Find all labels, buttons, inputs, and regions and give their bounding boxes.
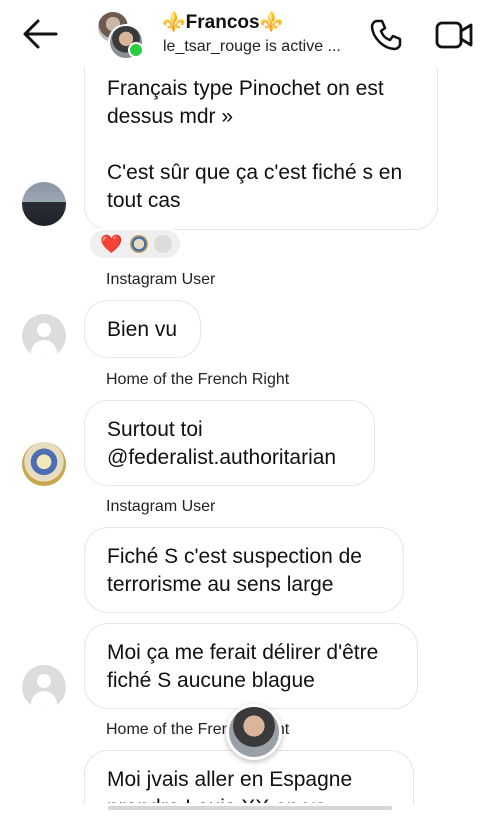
home-indicator (108, 806, 392, 810)
message-text: Français type Pinochet on est dessus mdr… (107, 77, 403, 212)
message-reactions[interactable]: ❤️ (88, 228, 182, 260)
message-thread[interactable]: Français type Pinochet on est dessus mdr… (0, 68, 500, 803)
message-text: Bien vu (107, 318, 178, 341)
message-text: Moi jvais aller en Espagne prendre Louis… (107, 768, 353, 803)
chat-title-text: Francos (185, 12, 260, 33)
message-bubble[interactable]: Bien vu (84, 300, 201, 358)
fleur-de-lis-icon: ⚜️ (259, 12, 284, 33)
fleur-de-lis-icon: ⚜️ (162, 12, 186, 33)
heart-icon: ❤️ (100, 234, 123, 254)
chat-title[interactable]: ⚜️Francos⚜️ (162, 10, 283, 34)
message-text: Fiché S c'est suspection de terrorisme a… (107, 545, 362, 596)
sender-name: Instagram User (106, 498, 216, 515)
online-indicator (128, 42, 144, 58)
message-bubble[interactable]: Moi ça me ferait délirer d'être fiché S … (84, 623, 418, 709)
message-bubble[interactable]: Fiché S c'est suspection de terrorisme a… (84, 527, 404, 613)
reactor-avatar (154, 235, 172, 253)
arrow-left-icon[interactable] (20, 16, 60, 52)
message-bubble[interactable]: Surtout toi @federalist.authoritarian (84, 400, 375, 486)
sender-name: Instagram User (106, 271, 216, 288)
message-text: Surtout toi @federalist.authoritarian (107, 418, 337, 469)
phone-icon[interactable] (368, 17, 404, 53)
sender-avatar[interactable] (22, 442, 66, 486)
sender-avatar[interactable] (22, 665, 66, 709)
sender-avatar[interactable] (22, 182, 66, 226)
active-status: le_tsar_rouge is active ... (163, 38, 341, 55)
video-camera-icon[interactable] (434, 18, 474, 52)
chat-header: ⚜️Francos⚜️ le_tsar_rouge is active ... (0, 0, 500, 68)
message-text: Moi ça me ferait délirer d'être fiché S … (107, 641, 379, 692)
reactor-avatar (130, 235, 148, 253)
sender-name: Home of the French Right (106, 371, 290, 388)
seen-by-avatar[interactable] (226, 704, 282, 760)
message-bubble[interactable]: Français type Pinochet on est dessus mdr… (84, 68, 438, 230)
sender-avatar[interactable] (22, 314, 66, 358)
group-avatar[interactable] (98, 12, 144, 60)
